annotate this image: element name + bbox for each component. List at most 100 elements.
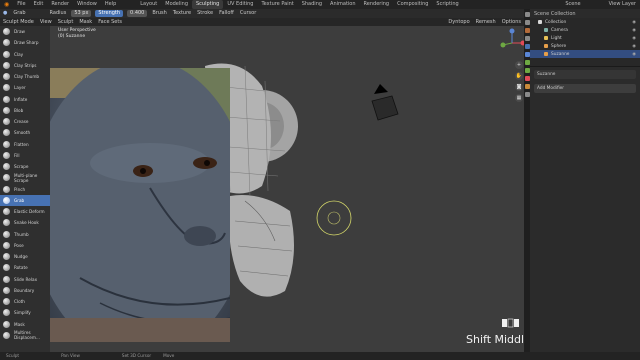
tool-label: Simplify (14, 310, 31, 316)
zoom-icon[interactable]: + (515, 61, 523, 69)
tool-flatten[interactable]: Flatten (0, 139, 50, 150)
tool-clay-strips[interactable]: Clay Strips (0, 60, 50, 71)
strength-label[interactable]: Strength (95, 10, 124, 17)
tool-cloth[interactable]: Cloth (0, 296, 50, 307)
tool-mask[interactable]: Mask (0, 319, 50, 330)
outliner-row-sphere[interactable]: Sphere ◉ (530, 42, 640, 50)
outliner-row-collection[interactable]: Collection ◉ (530, 18, 640, 26)
workspace-tab-shading[interactable]: Shading (298, 0, 326, 9)
workspace-tab-uv-editing[interactable]: UV Editing (223, 0, 257, 9)
properties-tab-icon[interactable] (524, 20, 530, 25)
tool-inflate[interactable]: Inflate (0, 94, 50, 105)
visibility-eye-icon[interactable]: ◉ (632, 20, 636, 25)
menu-mask[interactable]: Mask (76, 18, 95, 26)
mode-selector[interactable]: Sculpt Mode (0, 18, 37, 26)
visibility-eye-icon[interactable]: ◉ (632, 52, 636, 57)
workspace-tab-texture-paint[interactable]: Texture Paint (257, 0, 297, 9)
blender-logo-icon[interactable]: ◉ (0, 1, 13, 8)
outliner-row-light[interactable]: Light ◉ (530, 34, 640, 42)
properties-tab-icon[interactable] (524, 60, 530, 65)
menu-brush[interactable]: Brush (149, 9, 169, 18)
workspace-tab-compositing[interactable]: Compositing (393, 0, 432, 9)
object-name: (0) Suzanne (58, 34, 86, 39)
grab-tool-icon[interactable]: ● (0, 9, 10, 18)
options-menu[interactable]: Options (499, 18, 524, 26)
tool-pinch[interactable]: Pinch (0, 184, 50, 195)
workspace-tab-sculpting[interactable]: Sculpting (192, 0, 224, 9)
tool-elastic-deform[interactable]: Elastic Deform (0, 206, 50, 217)
properties-tab-icon[interactable] (524, 76, 530, 81)
tool-label: Layer (14, 85, 26, 91)
menu-sculpt[interactable]: Sculpt (55, 18, 77, 26)
tool-label: Rotate (14, 265, 28, 271)
view-layer-selector[interactable]: View Layer (605, 0, 640, 9)
workspace-tab-animation[interactable]: Animation (326, 0, 360, 9)
mouse-indicator-icon (502, 318, 519, 328)
menu-render[interactable]: Render (47, 0, 73, 9)
menu-cursor[interactable]: Cursor (237, 9, 259, 18)
properties-tab-icon[interactable] (524, 44, 530, 49)
properties-tab-icon[interactable] (524, 68, 530, 73)
camera-view-icon[interactable]: ◙ (515, 83, 523, 91)
menu-falloff[interactable]: Falloff (216, 9, 237, 18)
tool-draw-sharp[interactable]: Draw Sharp (0, 37, 50, 48)
grid-icon[interactable]: ▦ (515, 94, 523, 102)
tool-pose[interactable]: Pose (0, 240, 50, 251)
visibility-eye-icon[interactable]: ◉ (632, 36, 636, 41)
camera-object[interactable] (371, 84, 399, 121)
tool-boundary[interactable]: Boundary (0, 285, 50, 296)
properties-tab-icon[interactable] (524, 52, 530, 57)
workspace-tab-modeling[interactable]: Modeling (161, 0, 192, 9)
menu-texture[interactable]: Texture (170, 9, 194, 18)
tool-blob[interactable]: Blob (0, 105, 50, 116)
tool-multires-displacem[interactable]: Multires Displacem... (0, 330, 50, 341)
tool-snake-hook[interactable]: Snake Hook (0, 217, 50, 228)
menu-stroke[interactable]: Stroke (194, 9, 216, 18)
remesh-menu[interactable]: Remesh (473, 18, 499, 26)
tool-rotate[interactable]: Rotate (0, 262, 50, 273)
workspace-tab-layout[interactable]: Layout (136, 0, 161, 9)
dyntopo-toggle[interactable]: Dyntopo (445, 18, 472, 26)
tool-simplify[interactable]: Simplify (0, 307, 50, 318)
add-modifier-button[interactable]: Add Modifier (534, 84, 636, 93)
menu-file[interactable]: File (13, 0, 29, 9)
visibility-eye-icon[interactable]: ◉ (632, 44, 636, 49)
workspace-tab-rendering[interactable]: Rendering (360, 0, 394, 9)
properties-tab-icon[interactable] (524, 84, 530, 89)
hand-pan-icon[interactable]: ✋ (515, 72, 523, 80)
tool-smooth[interactable]: Smooth (0, 127, 50, 138)
menu-edit[interactable]: Edit (30, 0, 48, 9)
navigation-gizmo[interactable] (497, 28, 524, 58)
menu-window[interactable]: Window (73, 0, 101, 9)
status-pan-view: Pan View (61, 353, 80, 358)
menu-face-sets[interactable]: Face Sets (95, 18, 125, 26)
tool-crease[interactable]: Crease (0, 116, 50, 127)
menu-help[interactable]: Help (101, 0, 120, 9)
outliner-row-camera[interactable]: Camera ◉ (530, 26, 640, 34)
outliner-row-suzanne[interactable]: Suzanne ◉ (530, 50, 640, 58)
tool-clay-thumb[interactable]: Clay Thumb (0, 71, 50, 82)
tool-fill[interactable]: Fill (0, 150, 50, 161)
visibility-eye-icon[interactable]: ◉ (632, 28, 636, 33)
properties-tab-icon[interactable] (524, 36, 530, 41)
tool-draw[interactable]: Draw (0, 26, 50, 37)
strength-field[interactable]: 0.400 (127, 10, 148, 17)
properties-object-name[interactable]: Suzanne (534, 70, 636, 79)
tool-clay[interactable]: Clay (0, 49, 50, 60)
tool-multi-plane-scrape[interactable]: Multi-plane Scrape (0, 172, 50, 183)
scene-selector[interactable]: Scene (561, 0, 584, 9)
tool-grab[interactable]: Grab (0, 194, 50, 206)
properties-tab-icon[interactable] (524, 12, 530, 17)
radius-field[interactable]: 53 px (71, 10, 92, 17)
workspace-tab-scripting[interactable]: Scripting (432, 0, 462, 9)
brush-name[interactable]: Grab (10, 9, 28, 18)
sculpt-brush-icon (3, 129, 10, 137)
properties-tab-icon[interactable] (524, 92, 530, 97)
tool-slide-relax[interactable]: Slide Relax (0, 274, 50, 285)
tool-nudge[interactable]: Nudge (0, 251, 50, 262)
tool-layer[interactable]: Layer (0, 82, 50, 93)
tool-scrape[interactable]: Scrape (0, 161, 50, 172)
properties-tab-icon[interactable] (524, 28, 530, 33)
menu-view[interactable]: View (37, 18, 55, 26)
tool-thumb[interactable]: Thumb (0, 229, 50, 240)
